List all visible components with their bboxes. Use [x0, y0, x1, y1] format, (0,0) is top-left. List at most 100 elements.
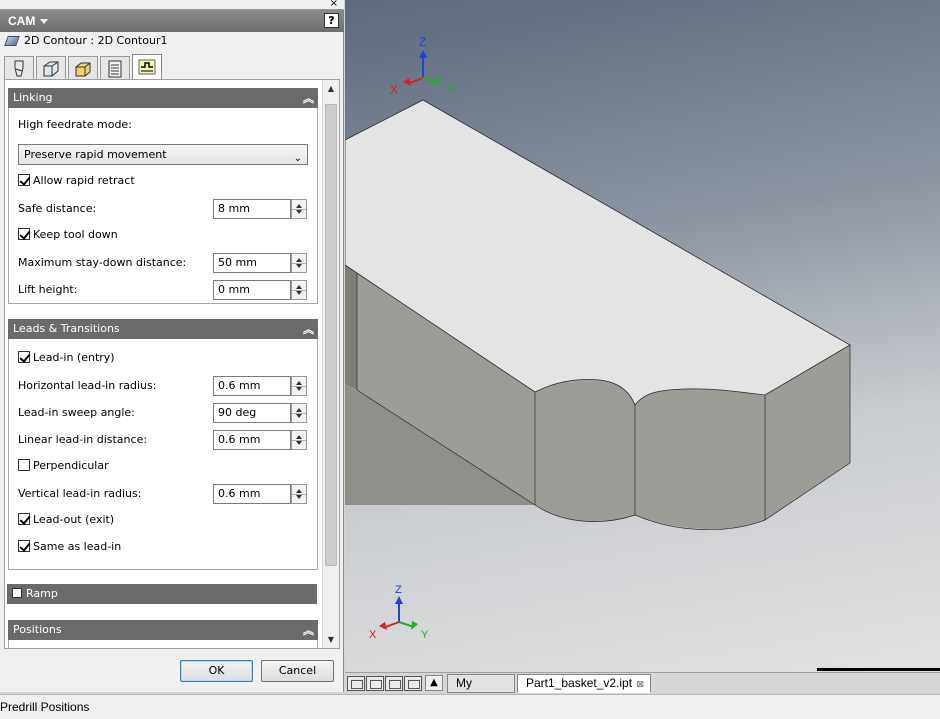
tab-my-home[interactable]: My Home — [447, 674, 515, 707]
operation-label: 2D Contour : 2D Contour1 — [4, 34, 168, 50]
axis-label-y: Y — [421, 629, 429, 641]
cam-header[interactable]: CAM ? — [0, 10, 344, 32]
vertical-scrollbar[interactable]: ▲ ▼ — [322, 80, 339, 648]
chevron-down-icon: ⌄ — [293, 153, 302, 164]
allow-rapid-retract-checkbox[interactable]: Allow rapid retract — [18, 172, 135, 190]
positions-header[interactable]: Positions ︽ — [8, 620, 318, 640]
cascade-windows-icon[interactable] — [347, 676, 365, 691]
max-staydown-spinner[interactable] — [291, 253, 307, 273]
scroll-up-icon[interactable]: ▲ — [323, 80, 339, 97]
safe-distance-spinner[interactable] — [291, 199, 307, 219]
lead-out-checkbox[interactable]: Lead-out (exit) — [18, 511, 114, 529]
linear-distance-input[interactable]: 0.6 mm — [213, 430, 291, 450]
close-tab-icon[interactable]: ⊠ — [636, 676, 644, 693]
feedrate-label: High feedrate mode: — [18, 118, 132, 131]
chevron-down-icon[interactable] — [40, 19, 48, 24]
scroll-thumb[interactable] — [325, 104, 337, 566]
lead-out-label: Lead-out (exit) — [33, 513, 115, 526]
linear-distance-spinner[interactable] — [291, 430, 307, 450]
graphics-viewport[interactable]: Z X Y Z X Y — [345, 0, 940, 672]
axis-label-z: Z — [419, 35, 426, 49]
sweep-angle-input[interactable]: 90 deg — [213, 403, 291, 423]
lift-height-input[interactable]: 0 mm — [213, 280, 291, 300]
same-as-lead-in-checkbox[interactable]: Same as lead-in — [18, 538, 121, 556]
tab-passes[interactable] — [100, 56, 130, 80]
linking-header[interactable]: Linking ︽ — [8, 88, 318, 108]
sweep-angle-spinner[interactable] — [291, 403, 307, 423]
lead-in-checkbox[interactable]: Lead-in (entry) — [18, 349, 115, 367]
sweep-angle-field[interactable]: 90 deg — [213, 403, 309, 423]
lift-height-spinner[interactable] — [291, 280, 307, 300]
linear-distance-field[interactable]: 0.6 mm — [213, 430, 309, 450]
positions-title: Positions — [13, 623, 62, 636]
checkbox-icon[interactable] — [18, 228, 30, 240]
axis-label-y: Y — [447, 83, 455, 97]
collapse-icon[interactable]: ︽ — [303, 90, 314, 106]
tab-geometry[interactable] — [36, 56, 66, 80]
perpendicular-checkbox[interactable]: Perpendicular — [18, 457, 109, 475]
lift-height-label: Lift height: — [18, 283, 78, 296]
checkbox-icon[interactable] — [18, 459, 30, 471]
leads-header[interactable]: Leads & Transitions ︽ — [8, 319, 318, 339]
safe-distance-input[interactable]: 8 mm — [213, 199, 291, 219]
horiz-radius-input[interactable]: 0.6 mm — [213, 376, 291, 396]
axis-triad-top[interactable]: Z X Y — [390, 35, 455, 97]
collapse-icon[interactable]: ︽ — [303, 622, 314, 638]
horiz-radius-field[interactable]: 0.6 mm — [213, 376, 309, 396]
close-icon[interactable]: × — [330, 0, 338, 9]
linear-distance-label: Linear lead-in distance: — [18, 433, 148, 446]
tile-horizontal-icon[interactable] — [385, 676, 403, 691]
status-bar: Predrill Positions — [0, 694, 940, 719]
help-button[interactable]: ? — [324, 13, 339, 28]
leads-group: Leads & Transitions ︽ Lead-in (entry) Ho… — [8, 319, 318, 570]
tab-heights[interactable] — [68, 56, 98, 80]
max-staydown-input[interactable]: 50 mm — [213, 253, 291, 273]
viewport-edge-strip — [817, 668, 940, 671]
ramp-header[interactable]: Ramp — [7, 584, 317, 604]
lift-height-field[interactable]: 0 mm — [213, 280, 309, 300]
document-tab-bar: ▲ My Home Part1_basket_v2.ipt⊠ — [345, 672, 940, 707]
cancel-button[interactable]: Cancel — [261, 660, 334, 682]
vertical-radius-spinner[interactable] — [291, 484, 307, 504]
axis-label-x: X — [369, 629, 377, 641]
operation-name: 2D Contour : 2D Contour1 — [24, 34, 168, 47]
keep-tool-down-checkbox[interactable]: Keep tool down — [18, 226, 118, 244]
model-view: Z X Y Z X Y — [345, 35, 851, 641]
tab-tool[interactable] — [4, 56, 34, 80]
ok-button[interactable]: OK — [180, 660, 253, 682]
tab-part-label: Part1_basket_v2.ipt — [526, 676, 633, 690]
vertical-radius-label: Vertical lead-in radius: — [18, 487, 142, 500]
feedrate-mode-select[interactable]: Preserve rapid movement ⌄ — [18, 144, 308, 165]
parameters-area: Linking ︽ High feedrate mode: Preserve r… — [4, 79, 340, 649]
axis-triad-bottom: Z X Y — [369, 584, 429, 641]
heights-icon — [75, 62, 91, 77]
cam-title[interactable]: CAM — [8, 14, 35, 28]
scroll-down-icon[interactable]: ▼ — [323, 631, 339, 648]
linking-title: Linking — [13, 91, 53, 104]
ramp-checkbox[interactable] — [12, 588, 22, 598]
checkbox-icon[interactable] — [18, 540, 30, 552]
collapse-icon[interactable]: ︽ — [303, 321, 314, 337]
same-as-lead-in-label: Same as lead-in — [33, 540, 122, 553]
leads-title: Leads & Transitions — [13, 322, 120, 335]
arrange-up-icon[interactable]: ▲ — [425, 675, 443, 691]
vertical-radius-field[interactable]: 0.6 mm — [213, 484, 309, 504]
tab-linking[interactable] — [132, 54, 162, 80]
checkbox-icon[interactable] — [18, 351, 30, 363]
axis-label-x: X — [390, 83, 398, 97]
ramp-group: Ramp — [7, 584, 318, 605]
checkbox-icon[interactable] — [18, 174, 30, 186]
tile-vertical-icon[interactable] — [404, 676, 422, 691]
horiz-radius-label: Horizontal lead-in radius: — [18, 379, 157, 392]
tile-windows-icon[interactable] — [366, 676, 384, 691]
checkbox-icon[interactable] — [18, 513, 30, 525]
vertical-radius-input[interactable]: 0.6 mm — [213, 484, 291, 504]
safe-distance-field[interactable]: 8 mm — [213, 199, 309, 219]
passes-icon — [108, 60, 122, 78]
tab-part-document[interactable]: Part1_basket_v2.ipt ⊠ — [517, 674, 651, 693]
part-model[interactable] — [345, 99, 851, 531]
panel-top-strip: × — [0, 0, 344, 10]
horiz-radius-spinner[interactable] — [291, 376, 307, 396]
keep-tool-down-label: Keep tool down — [33, 228, 118, 241]
max-staydown-field[interactable]: 50 mm — [213, 253, 309, 273]
